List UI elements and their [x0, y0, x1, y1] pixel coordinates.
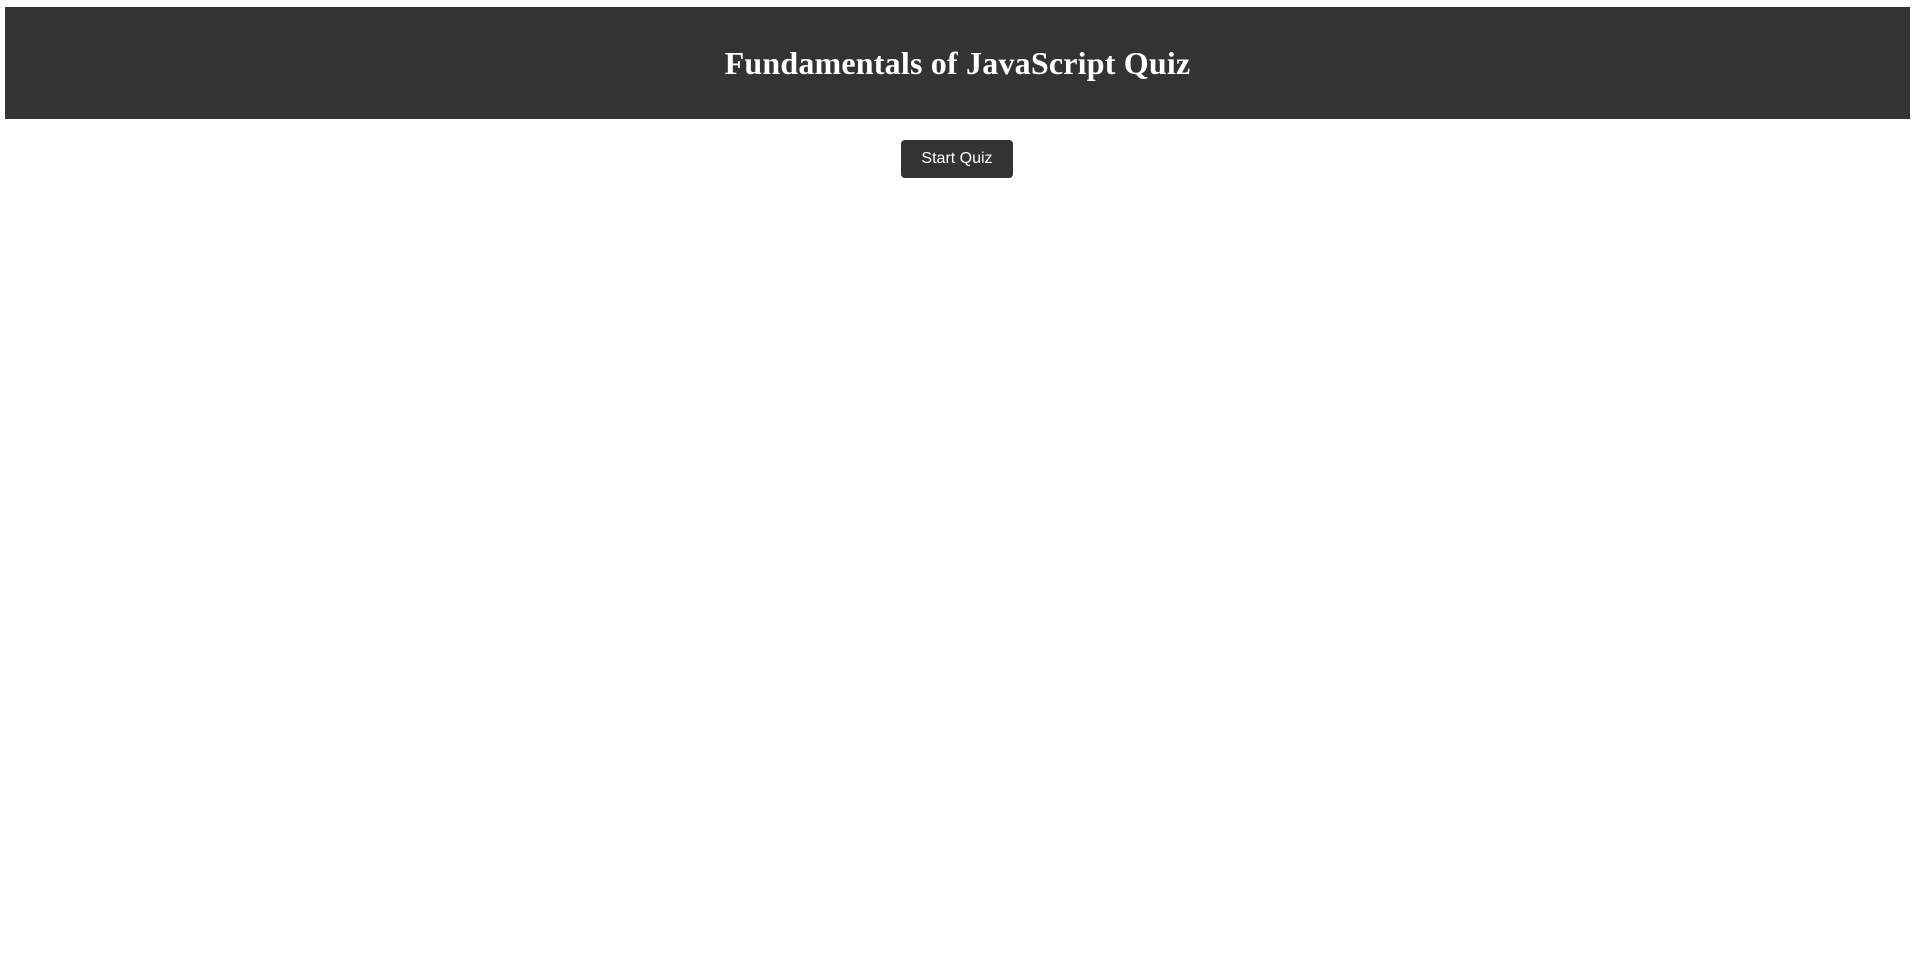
start-quiz-button[interactable]: Start Quiz [901, 140, 1013, 178]
page-header: Fundamentals of JavaScript Quiz [5, 7, 1910, 119]
quiz-page: Fundamentals of JavaScript Quiz Start Qu… [0, 0, 1916, 968]
page-title: Fundamentals of JavaScript Quiz [724, 45, 1191, 81]
